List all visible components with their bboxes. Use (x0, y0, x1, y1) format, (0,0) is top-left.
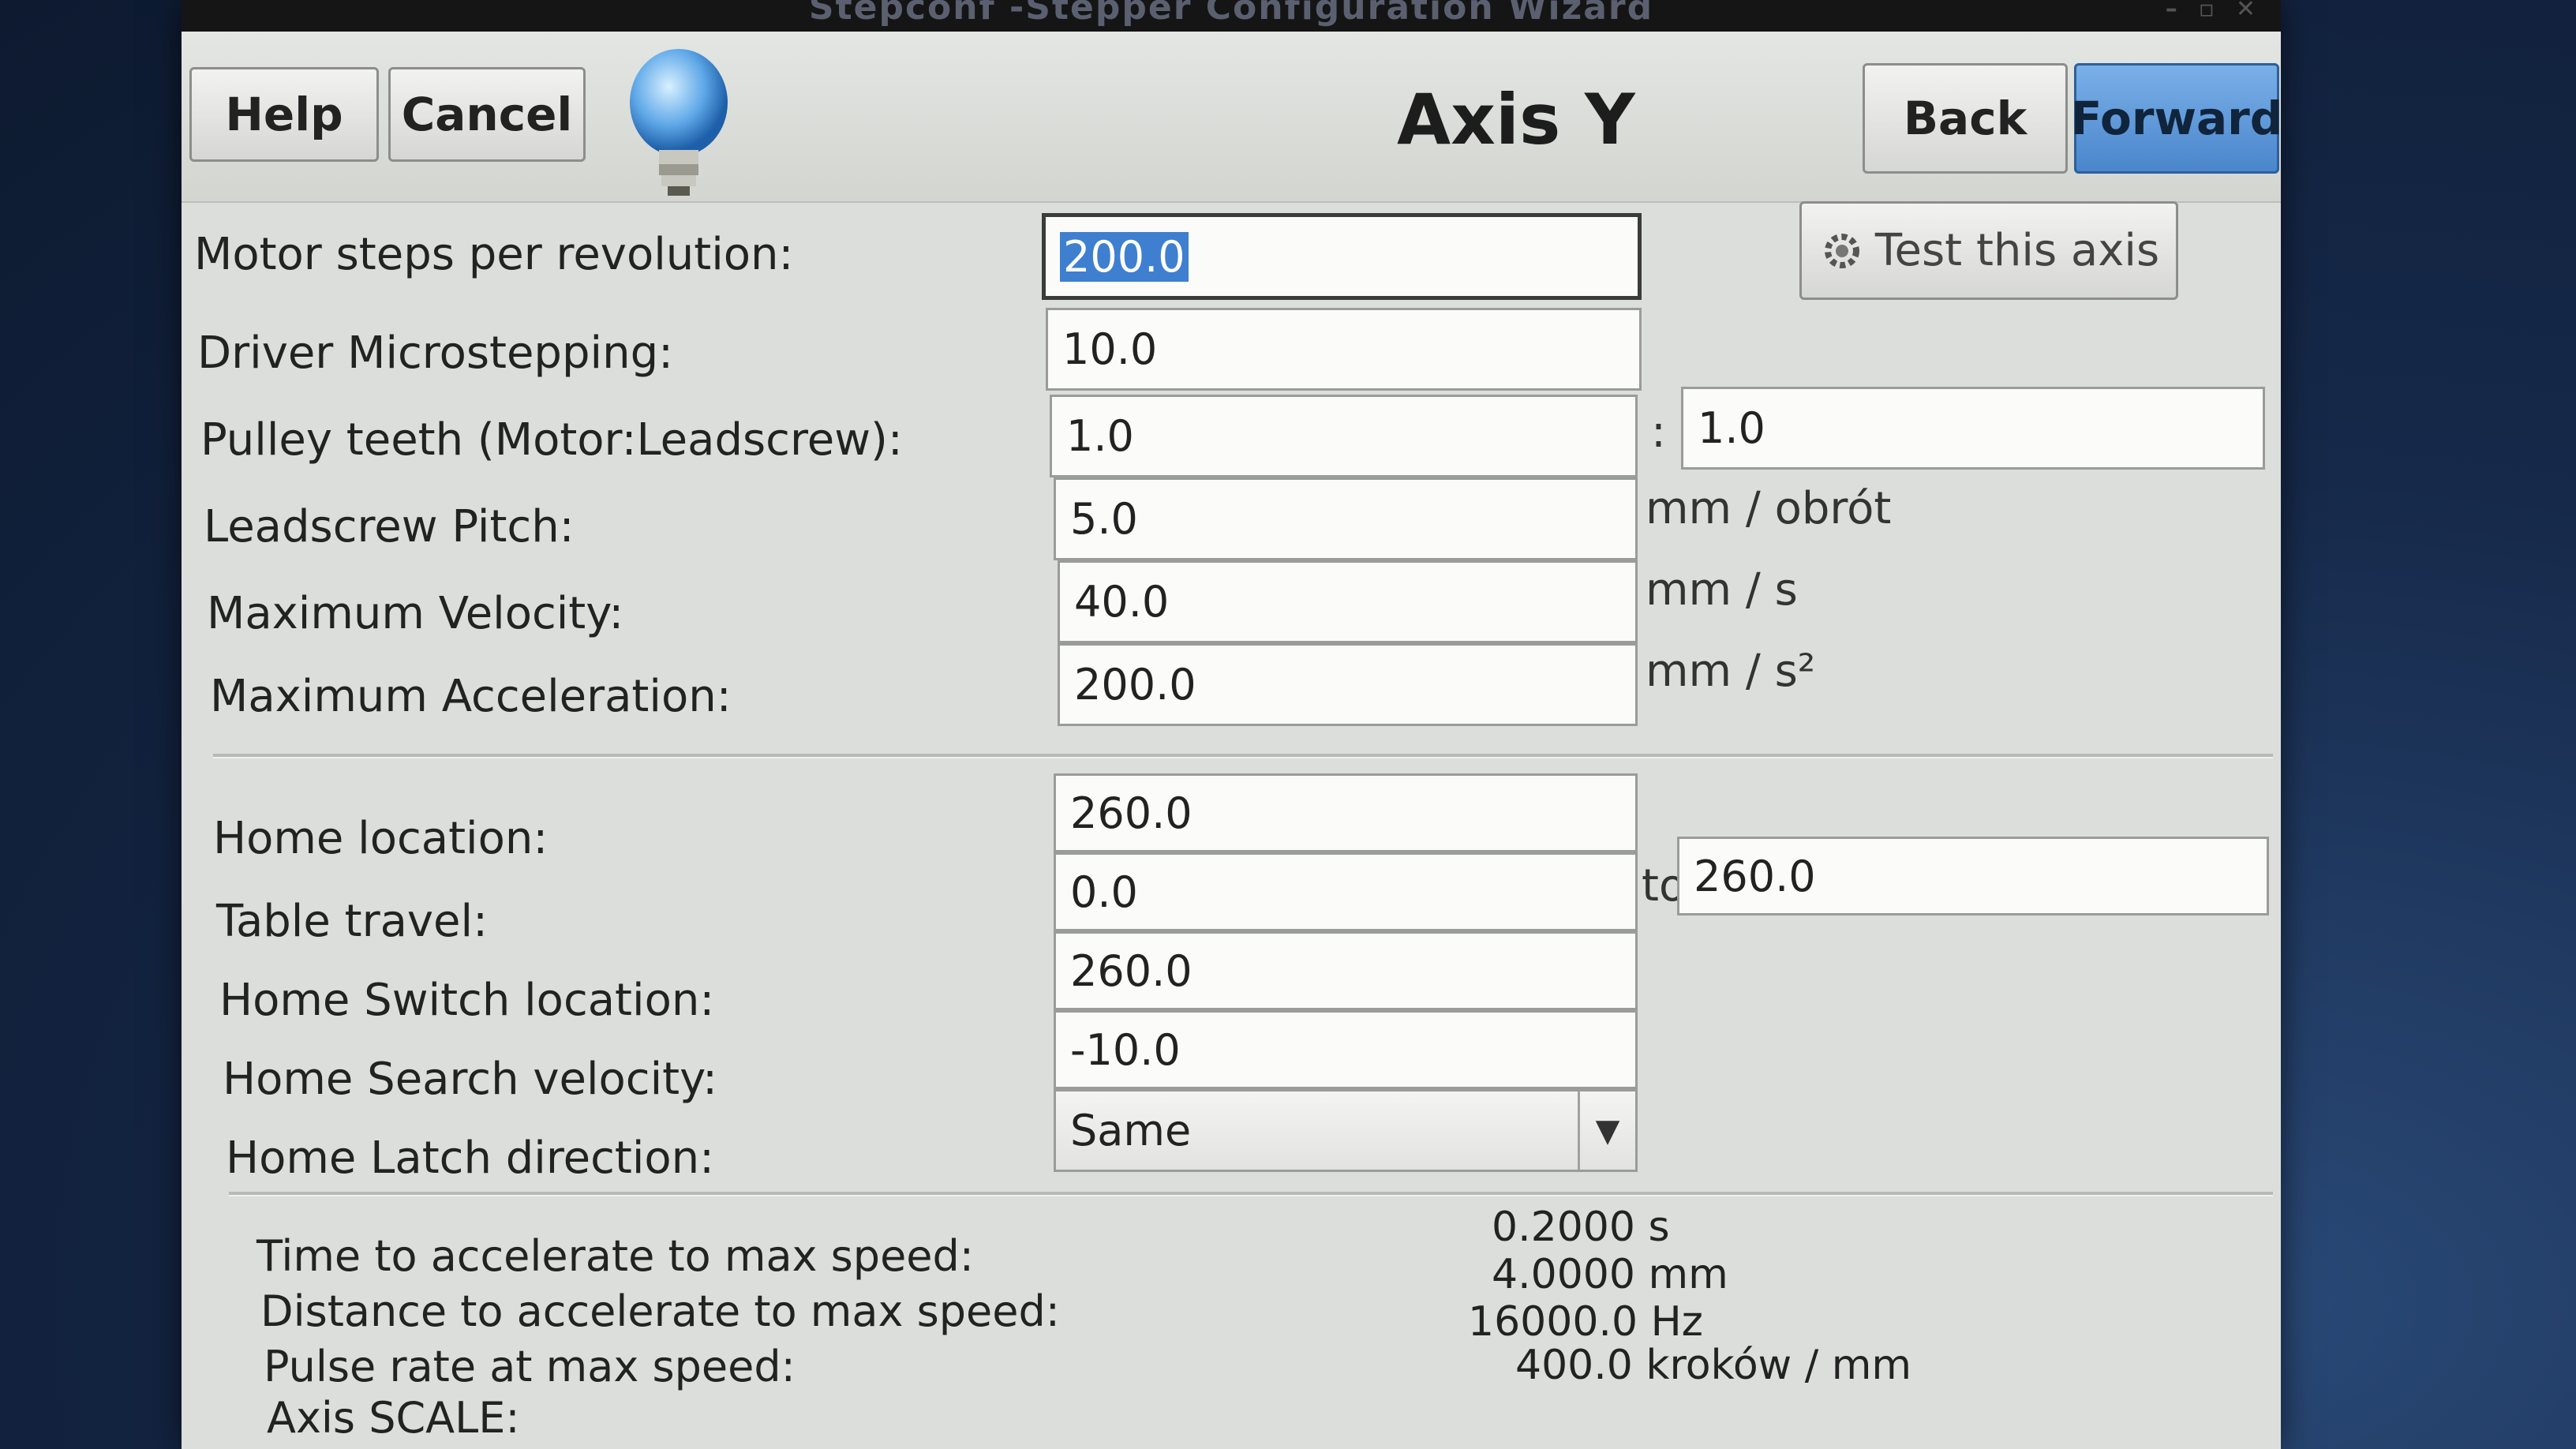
home-latch-direction-select[interactable]: Same ▼ (1054, 1089, 1638, 1172)
pitch-unit: mm / obrót (1646, 483, 1892, 534)
home-location-input[interactable]: 260.0 (1054, 773, 1638, 852)
minimize-icon[interactable]: – (2166, 0, 2179, 23)
forward-button[interactable]: Forward (2071, 63, 2282, 174)
window-titlebar[interactable]: Stepconf -Stepper Configuration Wizard –… (182, 0, 2281, 32)
gear-icon (1824, 233, 1859, 268)
home-switch-input[interactable]: 260.0 (1054, 931, 1638, 1010)
pulley-teeth-label: Pulley teeth (Motor:Leadscrew): (200, 414, 903, 466)
leadscrew-pitch-input[interactable]: 5.0 (1054, 477, 1638, 560)
max-acceleration-label: Maximum Acceleration: (210, 671, 732, 722)
home-latch-direction-label: Home Latch direction: (226, 1133, 715, 1184)
distance-to-accelerate-value: 4.0000 mm (1492, 1251, 1728, 1298)
table-travel-from-input[interactable]: 0.0 (1054, 852, 1638, 931)
pulley-leadscrew-input[interactable]: 1.0 (1681, 387, 2265, 470)
microstepping-input[interactable]: 10.0 (1046, 308, 1642, 391)
motor-steps-label: Motor steps per revolution: (194, 229, 794, 280)
axis-scale-label: Axis SCALE: (267, 1393, 520, 1443)
pulse-rate-value: 16000.0 Hz (1468, 1298, 1703, 1346)
acceleration-unit: mm / s² (1646, 646, 1816, 697)
home-search-velocity-label: Home Search velocity: (223, 1054, 718, 1105)
stats-divider (229, 1192, 2273, 1196)
help-button[interactable]: Help (189, 67, 379, 162)
back-button[interactable]: Back (1863, 63, 2068, 174)
axis-scale-value: 400.0 kroków / mm (1515, 1342, 1912, 1389)
section-divider (213, 754, 2273, 758)
max-acceleration-input[interactable]: 200.0 (1058, 643, 1638, 726)
table-travel-to-input[interactable]: 260.0 (1677, 837, 2269, 915)
close-icon[interactable]: ✕ (2236, 0, 2257, 23)
distance-to-accelerate-label: Distance to accelerate to max speed: (260, 1286, 1060, 1336)
home-latch-direction-value: Same (1070, 1106, 1192, 1155)
home-switch-label: Home Switch location: (219, 975, 715, 1026)
window-controls: – ▫ ✕ (2166, 0, 2257, 21)
microstepping-label: Driver Microstepping: (197, 328, 673, 379)
table-travel-label: Table travel: (216, 896, 488, 947)
test-axis-label: Test this axis (1874, 225, 2160, 276)
chevron-down-icon[interactable]: ▼ (1578, 1091, 1635, 1170)
time-to-accelerate-label: Time to accelerate to max speed: (256, 1231, 974, 1281)
test-axis-button[interactable]: Test this axis (1799, 201, 2178, 300)
stepconf-window: Stepconf -Stepper Configuration Wizard –… (182, 0, 2282, 1449)
pulley-separator: : (1651, 406, 1666, 458)
pulse-rate-label: Pulse rate at max speed: (264, 1342, 796, 1391)
motor-steps-value: 200.0 (1060, 231, 1189, 282)
motor-steps-input[interactable]: 200.0 (1042, 213, 1642, 300)
max-velocity-label: Maximum Velocity: (207, 588, 624, 639)
time-to-accelerate-value: 0.2000 s (1492, 1204, 1670, 1251)
velocity-unit: mm / s (1646, 564, 1798, 616)
max-velocity-input[interactable]: 40.0 (1058, 560, 1638, 643)
page-title: Axis Y (1397, 79, 1635, 160)
home-location-label: Home location: (213, 813, 549, 864)
pulley-motor-input[interactable]: 1.0 (1050, 395, 1638, 477)
home-search-velocity-input[interactable]: -10.0 (1054, 1010, 1638, 1089)
window-title: Stepconf -Stepper Configuration Wizard (808, 0, 1654, 28)
wizard-header: Help Cancel Axis Y Back Forward (182, 32, 2282, 203)
cancel-button[interactable]: Cancel (388, 67, 586, 162)
leadscrew-pitch-label: Leadscrew Pitch: (204, 501, 575, 552)
maximize-icon[interactable]: ▫ (2199, 0, 2216, 23)
lightbulb-icon (630, 49, 728, 196)
